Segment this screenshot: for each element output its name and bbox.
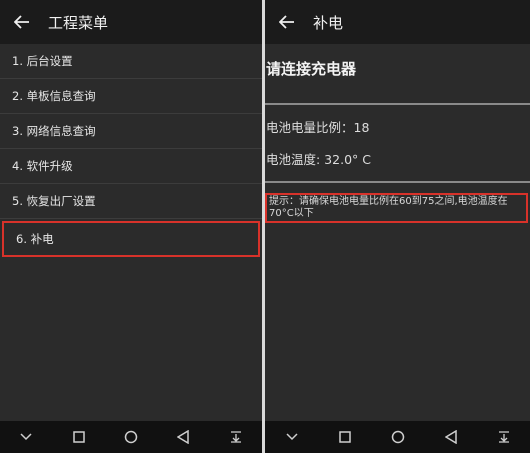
app-bar: 工程菜单 [0,0,262,44]
pull-down-icon [230,431,241,443]
tip-message: 提示：请确保电池电量比例在60到75之间,电池温度在70°C以下 [265,193,528,223]
page-title: 工程菜单 [48,13,109,32]
pull-down-icon [498,431,509,443]
menu-list: 1. 后台设置 2. 单板信息查询 3. 网络信息查询 4. 软件升级 5. 恢… [0,44,262,257]
battery-temp-text: 电池温度: 32.0° C [266,152,371,167]
divider-line [265,181,530,183]
engineering-menu-screen: 工程菜单 1. 后台设置 2. 单板信息查询 3. 网络信息查询 4. 软件升级… [0,0,262,453]
nav-back-button[interactable] [441,427,461,447]
chevron-down-icon [20,433,32,441]
divider-line [265,103,530,105]
square-icon [72,431,85,443]
arrow-left-icon [14,15,29,29]
back-button[interactable] [2,15,42,29]
square-icon [338,431,351,443]
circle-icon [391,430,404,444]
nav-recents-button[interactable] [335,427,355,447]
chevron-down-icon [285,433,298,441]
arrow-left-icon [279,15,294,29]
system-nav-bar [0,421,262,453]
system-nav-bar [265,421,530,453]
circle-icon [124,430,138,444]
nav-back-button[interactable] [173,427,193,447]
connect-charger-heading: 请连接充电器 [266,60,357,78]
menu-item-software-upgrade[interactable]: 4. 软件升级 [0,149,262,184]
menu-item-factory-reset[interactable]: 5. 恢复出厂设置 [0,184,262,219]
nav-notification-button[interactable] [226,427,246,447]
back-button[interactable] [267,15,307,29]
menu-item-network-info[interactable]: 3. 网络信息查询 [0,114,262,149]
triangle-back-icon [444,430,457,444]
app-bar: 补电 [265,0,530,44]
nav-recents-button[interactable] [69,427,89,447]
nav-home-button[interactable] [388,427,408,447]
recharge-screen: 补电 请连接充电器 电池电量比例：18 电池温度: 32.0° C 提示：请确保… [265,0,530,453]
menu-item-board-info[interactable]: 2. 单板信息查询 [0,79,262,114]
nav-notification-button[interactable] [494,427,514,447]
nav-home-button[interactable] [121,427,141,447]
menu-item-recharge[interactable]: 6. 补电 [2,221,260,257]
nav-collapse-button[interactable] [16,427,36,447]
menu-item-backend-settings[interactable]: 1. 后台设置 [0,44,262,79]
nav-collapse-button[interactable] [282,427,302,447]
triangle-back-icon [177,430,190,444]
page-title: 补电 [313,13,344,32]
battery-ratio-text: 电池电量比例：18 [266,120,370,135]
